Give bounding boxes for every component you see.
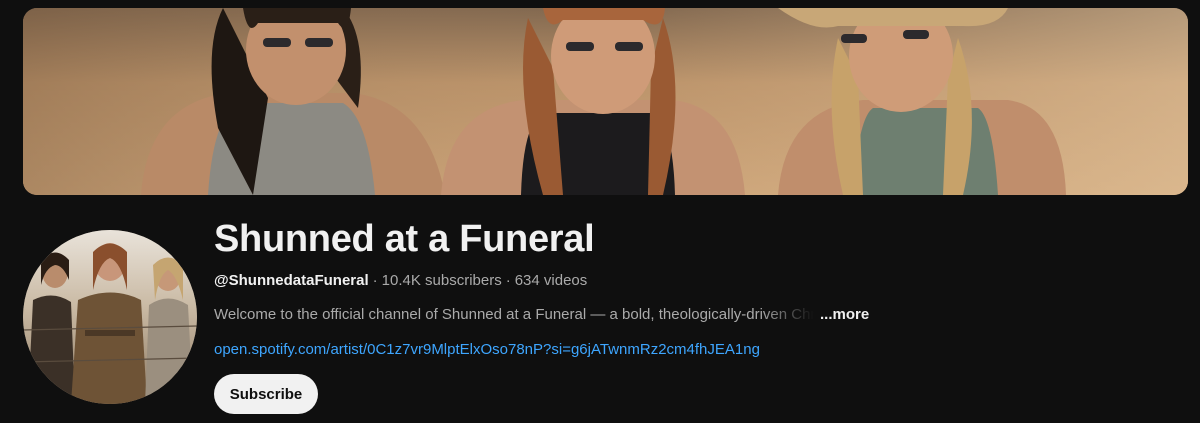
channel-title: Shunned at a Funeral [214, 218, 595, 260]
description-text[interactable]: Welcome to the official channel of Shunn… [214, 305, 814, 325]
meta-separator: · [372, 272, 378, 289]
avatar-image [23, 230, 197, 404]
meta-separator: · [505, 272, 511, 289]
banner-image [23, 8, 1188, 195]
subscriber-count: 10.4K subscribers [381, 272, 502, 289]
channel-banner [23, 8, 1188, 195]
channel-avatar[interactable] [23, 230, 197, 404]
video-count: 634 videos [514, 272, 588, 289]
channel-description[interactable]: Welcome to the official channel of Shunn… [214, 305, 874, 325]
channel-link[interactable]: open.spotify.com/artist/0C1z7vr9MlptElxO… [214, 340, 760, 360]
channel-meta: @ShunnedataFuneral · 10.4K subscribers · 634… [214, 271, 587, 291]
subscribe-button[interactable]: Subscribe [214, 374, 318, 414]
channel-handle[interactable]: @ShunnedataFuneral [214, 272, 369, 289]
more-button[interactable]: ...more [820, 305, 869, 325]
